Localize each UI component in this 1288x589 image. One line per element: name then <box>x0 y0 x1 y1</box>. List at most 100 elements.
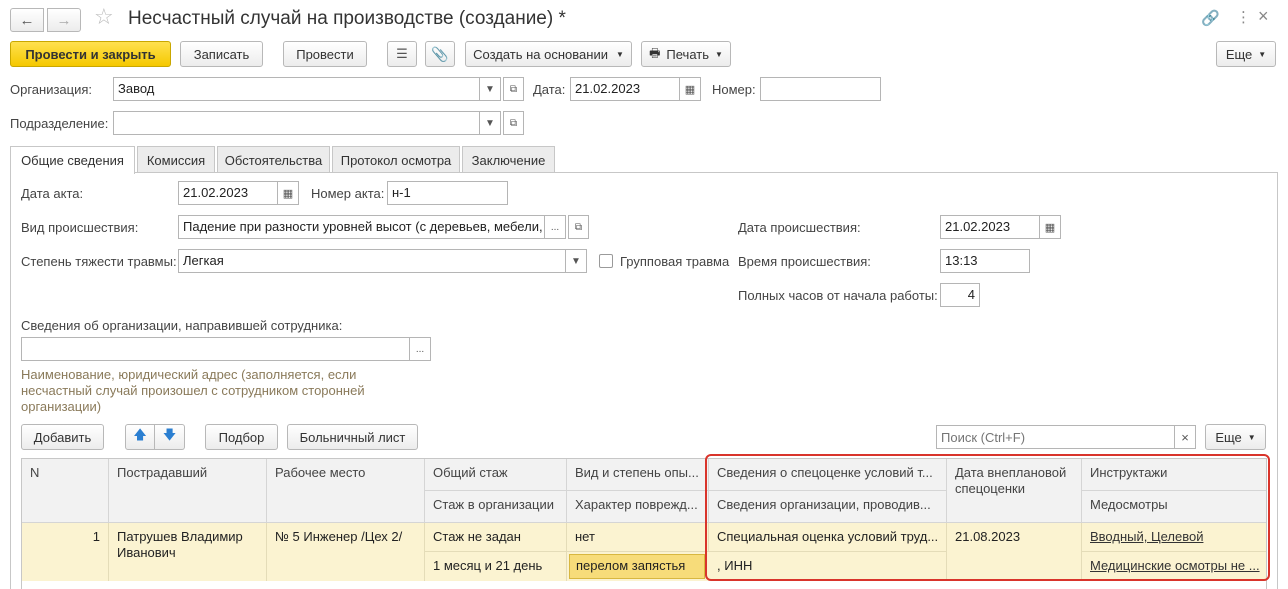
chevron-down-icon: ▼ <box>615 49 624 59</box>
cell-total-exp: Стаж не задан <box>425 523 567 552</box>
act-date-field[interactable]: 21.02.2023 <box>178 181 278 205</box>
sick-leave-button[interactable]: Больничный лист <box>287 424 418 450</box>
paperclip-icon: 📎 <box>431 45 449 62</box>
briefings-link[interactable]: Вводный, Целевой <box>1090 529 1203 544</box>
col-victim-header[interactable]: Пострадавший <box>109 459 267 523</box>
date-calendar-button[interactable]: ▦ <box>680 77 701 101</box>
calendar-icon: ▦ <box>684 83 696 96</box>
arrow-right-icon: → <box>56 11 72 29</box>
document-list-button[interactable]: ☰ <box>387 41 417 67</box>
col-n-header[interactable]: N <box>22 459 109 523</box>
arrow-left-icon: ← <box>19 11 35 29</box>
severity-label: Степень тяжести травмы: <box>21 254 177 269</box>
table-more-button[interactable]: Еще ▼ <box>1205 424 1266 450</box>
pick-button[interactable]: Подбор <box>205 424 278 450</box>
cell-damage[interactable]: перелом запястья <box>569 554 705 579</box>
create-based-on-button[interactable]: Создать на основании ▼ <box>465 41 632 67</box>
cell-org-exp: 1 месяц и 21 день <box>425 552 567 581</box>
back-button[interactable]: ← <box>10 8 44 32</box>
star-icon[interactable]: ☆ <box>94 4 114 30</box>
org-sent-label: Сведения об организации, направившей сот… <box>21 318 343 333</box>
open-form-icon: ⧉ <box>509 117 518 129</box>
incident-type-open-button[interactable]: ⧉ <box>568 215 589 239</box>
incident-type-select-button[interactable]: ... <box>545 215 566 239</box>
attach-button[interactable]: 📎 <box>425 41 455 67</box>
date-label: Дата: <box>533 82 566 97</box>
number-field[interactable] <box>760 77 881 101</box>
act-number-field[interactable]: н-1 <box>387 181 508 205</box>
tab-conclusion[interactable]: Заключение <box>462 146 555 173</box>
forward-button[interactable]: → <box>47 8 81 32</box>
department-open-button[interactable]: ⧉ <box>503 111 524 135</box>
close-icon[interactable]: × <box>1258 6 1269 27</box>
print-button[interactable]: 🖶 Печать ▼ <box>641 41 731 67</box>
severity-field[interactable]: Легкая <box>178 249 566 273</box>
incident-date-calendar-button[interactable]: ▦ <box>1040 215 1061 239</box>
incident-time-field[interactable]: 13:13 <box>940 249 1030 273</box>
incident-type-field[interactable]: Падение при разности уровней высот (с де… <box>178 215 545 239</box>
add-button[interactable]: Добавить <box>21 424 104 450</box>
col-briefings-header[interactable]: Инструктажи <box>1082 459 1266 491</box>
open-form-icon: ⧉ <box>574 221 583 233</box>
organization-dropdown-button[interactable]: ▼ <box>480 77 501 101</box>
col-workplace-header[interactable]: Рабочее место <box>267 459 425 523</box>
cell-briefings[interactable]: Вводный, Целевой <box>1082 523 1266 552</box>
printer-icon: 🖶 <box>649 45 661 60</box>
move-down-button[interactable]: 🡇 <box>155 424 185 450</box>
department-field[interactable] <box>113 111 480 135</box>
col-damage-header[interactable]: Характер поврежд... <box>567 491 709 523</box>
organization-field[interactable]: Завод <box>113 77 480 101</box>
col-sout-org-header[interactable]: Сведения организации, проводив... <box>709 491 947 523</box>
act-date-calendar-button[interactable]: ▦ <box>278 181 299 205</box>
col-total-exp-header[interactable]: Общий стаж <box>425 459 567 491</box>
ellipsis-icon: ... <box>550 221 560 233</box>
org-sent-select-button[interactable]: ... <box>410 337 431 361</box>
arrow-up-icon: 🡅 <box>133 427 147 442</box>
calendar-icon: ▦ <box>1044 221 1056 234</box>
tab-commission[interactable]: Комиссия <box>137 146 215 173</box>
chevron-down-icon: ▼ <box>571 255 581 267</box>
link-icon[interactable]: 🔗 <box>1201 9 1220 27</box>
search-clear-button[interactable]: × <box>1175 425 1196 449</box>
organization-label: Организация: <box>10 82 93 97</box>
window-title: Несчастный случай на производстве (созда… <box>128 8 566 29</box>
medical-exams-link[interactable]: Медицинские осмотры не ... <box>1090 558 1260 573</box>
number-label: Номер: <box>712 82 756 97</box>
save-button[interactable]: Записать <box>180 41 263 67</box>
chevron-down-icon: ▼ <box>1247 432 1256 442</box>
tab-inspection-protocol[interactable]: Протокол осмотра <box>332 146 460 173</box>
severity-dropdown-button[interactable]: ▼ <box>566 249 587 273</box>
incident-date-field[interactable]: 21.02.2023 <box>940 215 1040 239</box>
post-and-close-button[interactable]: Провести и закрыть <box>10 41 171 67</box>
ellipsis-icon: ... <box>415 343 425 355</box>
move-up-button[interactable]: 🡅 <box>125 424 155 450</box>
close-icon: × <box>1181 429 1189 445</box>
cell-med[interactable]: Медицинские осмотры не ... <box>1082 552 1266 581</box>
document-list-icon: ☰ <box>396 46 408 61</box>
department-dropdown-button[interactable]: ▼ <box>480 111 501 135</box>
tab-general[interactable]: Общие сведения <box>10 146 135 174</box>
chevron-down-icon: ▼ <box>485 83 495 95</box>
hours-field[interactable]: 4 <box>940 283 980 307</box>
cell-victim: Патрушев Владимир Иванович <box>109 523 267 581</box>
table-row[interactable]: 1 Патрушев Владимир Иванович № 5 Инженер… <box>22 523 1266 581</box>
col-exp-type-header[interactable]: Вид и степень опы... <box>567 459 709 491</box>
tab-circumstances[interactable]: Обстоятельства <box>217 146 330 173</box>
calendar-icon: ▦ <box>282 187 294 200</box>
organization-open-button[interactable]: ⧉ <box>503 77 524 101</box>
victims-table: N Пострадавший Рабочее место Общий стаж … <box>21 458 1267 589</box>
post-button[interactable]: Провести <box>283 41 367 67</box>
search-input[interactable] <box>936 425 1175 449</box>
department-label: Подразделение: <box>10 116 109 131</box>
date-field[interactable]: 21.02.2023 <box>570 77 680 101</box>
col-med-header[interactable]: Медосмотры <box>1082 491 1266 523</box>
group-injury-checkbox[interactable] <box>599 254 613 268</box>
group-injury-label[interactable]: Групповая травма <box>620 254 729 269</box>
col-sout-header[interactable]: Сведения о спецоценке условий т... <box>709 459 947 491</box>
more-button[interactable]: Еще ▼ <box>1216 41 1276 67</box>
col-unplanned-date-header[interactable]: Дата внеплановой спецоценки <box>947 459 1082 523</box>
col-org-exp-header[interactable]: Стаж в организации <box>425 491 567 523</box>
org-sent-field[interactable] <box>21 337 410 361</box>
chevron-down-icon: ▼ <box>1258 49 1267 59</box>
kebab-menu-icon[interactable]: ⋮ <box>1236 8 1251 26</box>
